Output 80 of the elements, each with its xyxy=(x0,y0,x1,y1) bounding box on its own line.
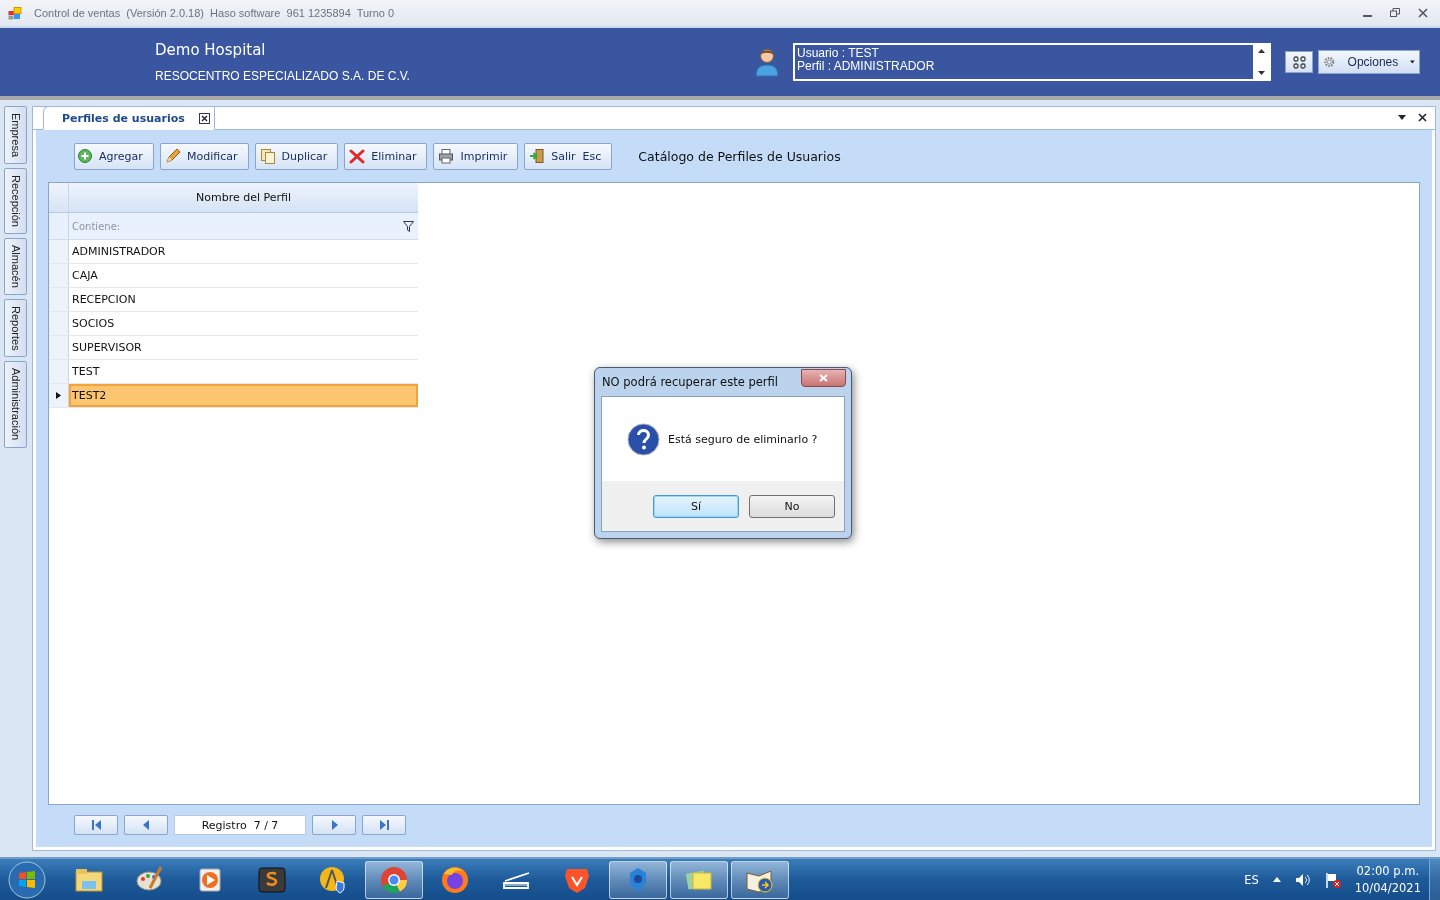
dropdown-icon[interactable] xyxy=(1398,115,1406,120)
close-icon[interactable] xyxy=(1418,8,1428,18)
windows-logo-icon xyxy=(8,860,46,899)
flag-icon[interactable] xyxy=(1324,871,1341,888)
user-info-line: Usuario : TEST xyxy=(797,47,880,60)
tab-label: Perfiles de usuarios xyxy=(62,111,185,125)
dialog-message: Está seguro de eliminarlo ? xyxy=(668,432,818,446)
options-button[interactable]: Opciones xyxy=(1318,50,1420,74)
dialog-button[interactable]: Sí xyxy=(653,494,739,518)
table-cell[interactable]: SOCIOS xyxy=(69,312,418,335)
row-indicator[interactable] xyxy=(49,384,69,407)
toolbar-button[interactable]: Modificar xyxy=(160,142,249,170)
catalog-heading: Catálogo de Perfiles de Usuarios xyxy=(638,148,841,164)
table-cell[interactable]: SUPERVISOR xyxy=(69,336,418,359)
clock-time[interactable]: 02:00 p.m. xyxy=(1356,864,1420,878)
side-tab[interactable]: Almacén xyxy=(4,238,27,295)
taskbar-button[interactable] xyxy=(731,860,789,899)
record-counter: Registro 7 / 7 xyxy=(174,815,306,835)
scroll-up-icon[interactable] xyxy=(1257,49,1265,53)
user-info-field[interactable]: Usuario : TEST Perfil : ADMINISTRADOR xyxy=(793,43,1271,81)
plus-circle-icon xyxy=(77,148,93,164)
table-cell[interactable]: RECEPCION xyxy=(69,288,418,311)
close-icon xyxy=(819,374,828,382)
filter-field[interactable]: Contiene: xyxy=(69,213,398,239)
table-cell[interactable]: TEST xyxy=(69,360,418,383)
first-record-button[interactable] xyxy=(74,815,118,835)
scanner-icon xyxy=(502,870,530,889)
filter-button[interactable] xyxy=(398,213,418,239)
taskbar-button[interactable] xyxy=(609,860,667,899)
start-button[interactable] xyxy=(6,859,48,900)
close-icon[interactable] xyxy=(198,112,210,124)
printer-icon xyxy=(438,148,455,164)
company-name: Demo Hospital xyxy=(155,41,267,59)
dialog-button[interactable]: No xyxy=(749,494,835,518)
grid-button[interactable] xyxy=(1285,51,1313,73)
taskbar-button[interactable] xyxy=(365,860,423,899)
app-icon xyxy=(8,6,22,20)
next-record-button[interactable] xyxy=(312,815,356,835)
dialog-title: NO podrá recuperar este perfil xyxy=(602,375,778,389)
close-icon[interactable] xyxy=(1418,113,1427,122)
side-tab[interactable]: Administración xyxy=(4,361,27,448)
last-record-button[interactable] xyxy=(362,815,406,835)
first-record-icon xyxy=(90,819,102,831)
side-tab[interactable]: Recepción xyxy=(4,168,27,234)
gear-icon xyxy=(1323,54,1336,70)
toolbar-button[interactable]: Salir Esc xyxy=(524,142,613,170)
question-icon xyxy=(627,422,660,456)
window-title: Control de ventas (Versión 2.0.18) Haso software 961 1235894 Turno 0 xyxy=(34,7,396,19)
taskbar-button[interactable] xyxy=(670,860,728,899)
toolbar-button[interactable]: Agregar xyxy=(74,142,154,170)
document-tab[interactable]: Perfiles de usuarios xyxy=(43,106,215,130)
x-mark-icon xyxy=(349,148,366,164)
caret-icon[interactable] xyxy=(1272,877,1281,882)
previous-record-button[interactable] xyxy=(124,815,168,835)
pencil-icon xyxy=(165,148,181,164)
user-avatar-icon xyxy=(755,47,779,77)
table-cell[interactable]: ADMINISTRADOR xyxy=(69,240,418,263)
scroll-down-icon[interactable] xyxy=(1257,71,1265,75)
caret-icon xyxy=(1410,60,1415,64)
grid-icon xyxy=(1292,55,1306,69)
toolbar-button[interactable]: Duplicar xyxy=(254,142,339,170)
last-record-icon xyxy=(378,819,390,831)
table-cell[interactable]: CAJA xyxy=(69,264,418,287)
user-info-line: Perfil : ADMINISTRADOR xyxy=(797,60,936,73)
toolbar-button[interactable]: Imprimir xyxy=(433,142,519,170)
selected-table-cell[interactable]: TEST2 xyxy=(69,384,418,407)
show-desktop-button[interactable] xyxy=(1429,859,1440,900)
language-indicator[interactable]: ES xyxy=(1244,872,1259,887)
side-tab[interactable]: Empresa xyxy=(4,106,27,165)
restore-icon[interactable] xyxy=(1390,8,1400,17)
toolbar-button[interactable]: Eliminar xyxy=(344,142,428,170)
clock-date[interactable]: 10/04/2021 xyxy=(1354,881,1421,895)
door-arrow-icon xyxy=(529,148,546,164)
side-tab[interactable]: Reportes xyxy=(4,298,27,358)
company-subtitle: RESOCENTRO ESPECIALIZADO S.A. DE C.V. xyxy=(155,69,411,83)
column-header[interactable]: Nombre del Perfil xyxy=(69,183,418,212)
dialog-close-button[interactable] xyxy=(801,369,846,387)
filter-icon xyxy=(402,220,414,232)
pages-icon xyxy=(259,148,276,164)
speaker-icon[interactable] xyxy=(1294,872,1311,887)
